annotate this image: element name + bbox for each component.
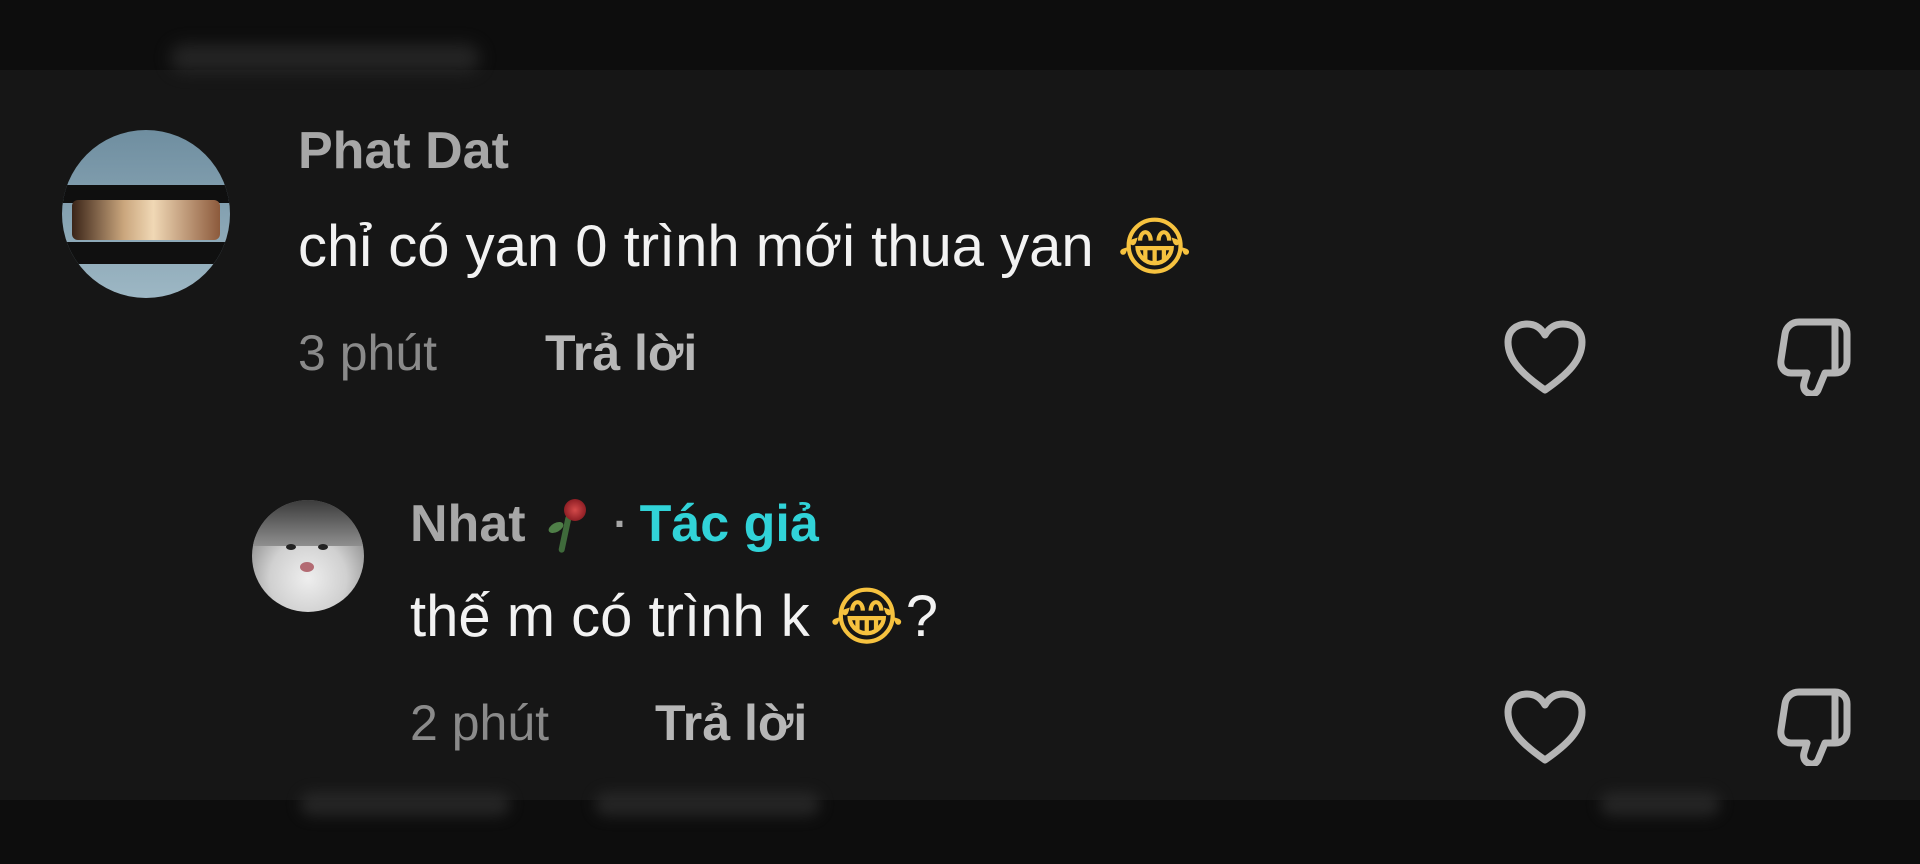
heart-icon xyxy=(1504,690,1586,764)
comment-text: thế m có trình k 😂 ? xyxy=(410,578,938,656)
reply-header: Nhat · Tác giả xyxy=(410,495,819,554)
thumbs-down-icon xyxy=(1777,688,1851,766)
toy-car-icon xyxy=(72,200,220,240)
heart-icon xyxy=(1504,320,1586,394)
cat-eye-icon xyxy=(286,544,296,550)
laughing-emoji-icon: 😂 xyxy=(1117,211,1193,283)
like-button[interactable] xyxy=(1500,682,1590,772)
rose-stem xyxy=(557,514,572,554)
bottom-blurred-content xyxy=(300,792,510,816)
comment-time: 2 phút xyxy=(410,695,550,751)
wilted-rose-icon xyxy=(538,495,596,554)
comment-username[interactable]: Phat Dat xyxy=(298,125,509,177)
thumbs-down-icon xyxy=(1777,318,1851,396)
comment-body: thế m có trình k xyxy=(410,584,810,649)
comment-item: Phat Dat chỉ có yan 0 trình mới thua yan… xyxy=(0,110,1920,410)
comment-body: chỉ có yan 0 trình mới thua yan xyxy=(298,214,1094,279)
avatar[interactable] xyxy=(252,500,364,612)
avatar-bar-bottom xyxy=(62,242,230,264)
comment-time: 3 phút xyxy=(298,325,438,381)
bottom-blurred-content xyxy=(595,792,820,816)
dislike-button[interactable] xyxy=(1770,680,1860,770)
cat-nose-icon xyxy=(300,562,314,572)
like-button[interactable] xyxy=(1500,312,1590,402)
cat-eye-icon xyxy=(318,544,328,550)
top-blurred-content xyxy=(170,44,480,72)
reply-button[interactable]: Trả lời xyxy=(545,328,697,378)
reply-item: Nhat · Tác giả thế m có trình k 😂 ? 2 ph… xyxy=(0,480,1920,780)
dislike-button[interactable] xyxy=(1770,310,1860,400)
comment-username[interactable]: Nhat xyxy=(410,498,526,550)
rose-flower xyxy=(563,499,586,521)
avatar[interactable] xyxy=(62,130,230,298)
comments-screen: Phat Dat chỉ có yan 0 trình mới thua yan… xyxy=(0,0,1920,864)
author-badge: Tác giả xyxy=(639,495,819,553)
comment-suffix: ? xyxy=(905,584,938,649)
reply-button[interactable]: Trả lời xyxy=(655,698,807,748)
separator-dot: · xyxy=(613,500,628,547)
cat-avatar-icon xyxy=(252,500,364,546)
comment-text: chỉ có yan 0 trình mới thua yan 😂 xyxy=(298,208,1194,286)
bottom-blurred-content xyxy=(1600,792,1720,816)
laughing-emoji-icon: 😂 xyxy=(829,581,905,653)
